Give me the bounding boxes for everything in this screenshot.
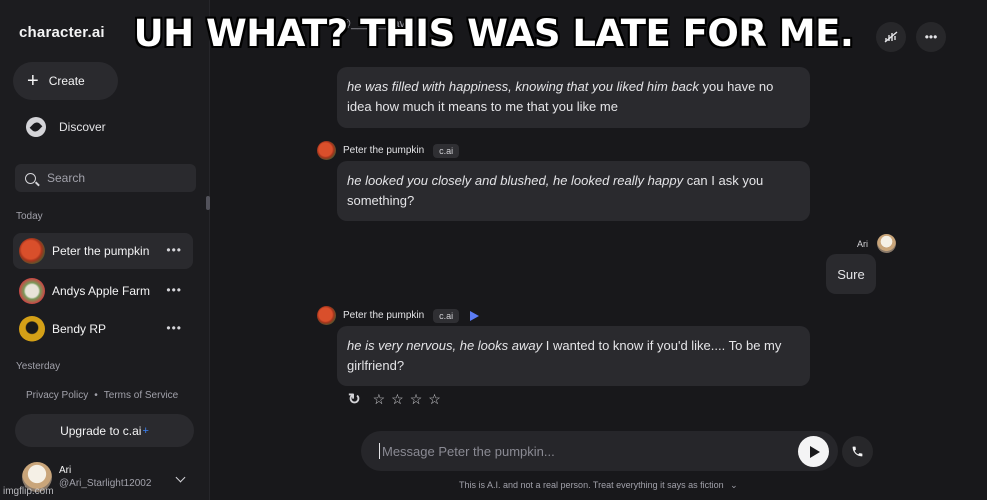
create-button[interactable]: + Create — [13, 62, 118, 100]
message-header: Peter the pumpkin c.ai — [317, 141, 460, 160]
author-name: Peter the pumpkin — [343, 310, 425, 321]
privacy-link[interactable]: Privacy Policy — [26, 390, 88, 401]
discover-label: Discover — [59, 120, 106, 134]
watermark: imgflip.com — [3, 486, 54, 497]
sidebar-scrollbar[interactable] — [206, 196, 210, 210]
cai-badge: c.ai — [433, 143, 460, 158]
user-name: Ari — [59, 465, 72, 476]
section-label-today: Today — [16, 211, 43, 222]
section-label-yesterday: Yesterday — [16, 361, 61, 372]
chevron-down-icon[interactable] — [175, 472, 186, 483]
message-action: he looked you closely and blushed, he lo… — [347, 173, 684, 188]
upgrade-label: Upgrade to c.ai — [60, 423, 142, 438]
message-action: he was filled with happiness, knowing th… — [347, 79, 699, 94]
send-button[interactable] — [798, 436, 829, 467]
regenerate-icon[interactable]: ↻ — [348, 390, 361, 408]
message-header: Ari — [857, 234, 896, 253]
rating-star-3[interactable]: ☆ — [410, 391, 423, 408]
chat-name: Bendy RP — [52, 322, 107, 336]
footer-separator: • — [94, 390, 98, 401]
message-text: Sure — [837, 266, 865, 282]
avatar — [317, 141, 336, 160]
message-input[interactable]: Message Peter the pumpkin... — [361, 431, 838, 471]
chat-name: Peter the pumpkin — [52, 244, 150, 258]
text-caret — [379, 443, 380, 459]
disclaimer-text: This is A.I. and not a real person. Trea… — [459, 480, 724, 490]
more-options-icon[interactable]: ••• — [166, 321, 182, 335]
phone-icon — [852, 446, 863, 457]
plus-icon: + — [27, 70, 39, 92]
sidebar-chat-peter[interactable]: Peter the pumpkin ••• — [13, 233, 193, 269]
chevron-down-icon[interactable]: ⌄ — [730, 480, 738, 490]
meme-caption: UH WHAT? THIS WAS LATE FOR ME. — [133, 12, 854, 55]
avatar — [19, 316, 45, 342]
user-message-bubble: Sure — [826, 254, 876, 294]
more-options-icon[interactable]: ••• — [166, 283, 182, 297]
plus-badge-icon: + — [142, 424, 149, 437]
user-handle: @Ari_Starlight12002 — [59, 478, 152, 489]
message-header: Peter the pumpkin c.ai — [317, 306, 480, 325]
author-name: Ari — [857, 238, 868, 249]
chat-name: Andys Apple Farm — [52, 284, 151, 298]
sidebar-chat-andys[interactable]: Andys Apple Farm ••• — [13, 273, 193, 309]
cai-badge: c.ai — [433, 308, 460, 323]
sidebar: character.ai + Create Discover Search To… — [0, 0, 210, 500]
sidebar-chat-bendy[interactable]: Bendy RP ••• — [13, 311, 193, 347]
avatar — [877, 234, 896, 253]
input-placeholder: Message Peter the pumpkin... — [382, 443, 555, 459]
search-input[interactable]: Search — [15, 164, 196, 192]
upgrade-button[interactable]: Upgrade to c.ai + — [15, 414, 194, 447]
footer-links: Privacy Policy • Terms of Service — [26, 390, 178, 401]
search-icon — [25, 172, 36, 184]
avatar — [19, 278, 45, 304]
avatar — [19, 238, 45, 264]
message-bubble: he is very nervous, he looks away I want… — [337, 326, 810, 386]
message-bubble: he was filled with happiness, knowing th… — [337, 67, 810, 128]
create-label: Create — [48, 74, 85, 88]
message-bubble: he looked you closely and blushed, he lo… — [337, 161, 810, 221]
rating-star-1[interactable]: ☆ — [373, 391, 386, 408]
call-button[interactable] — [842, 436, 873, 467]
avatar — [317, 306, 336, 325]
send-icon — [809, 445, 820, 458]
author-name: Peter the pumpkin — [343, 145, 425, 156]
ai-disclaimer: This is A.I. and not a real person. Trea… — [459, 480, 738, 491]
compass-icon — [26, 117, 46, 137]
rating-star-2[interactable]: ☆ — [391, 391, 404, 408]
message-action: he is very nervous, he looks away — [347, 338, 543, 353]
play-icon[interactable] — [470, 310, 480, 321]
search-placeholder: Search — [47, 171, 86, 185]
terms-link[interactable]: Terms of Service — [104, 390, 178, 401]
rating-star-4[interactable]: ☆ — [428, 391, 441, 408]
discover-link[interactable]: Discover — [26, 117, 106, 137]
message-actions: ↻ ☆ ☆ ☆ ☆ — [348, 390, 441, 409]
more-options-icon[interactable]: ••• — [166, 243, 182, 257]
